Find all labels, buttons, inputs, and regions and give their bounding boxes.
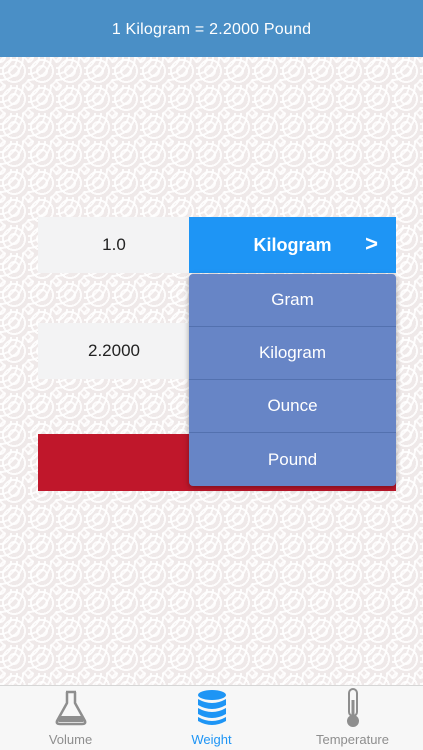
dropdown-option-gram[interactable]: Gram [189,274,396,327]
tab-volume[interactable]: Volume [0,686,141,750]
tab-volume-label: Volume [48,732,93,747]
converter-panel: 1.0 Kilogram > 2.2000 Gram Kilogram Ounc… [0,57,423,685]
selected-unit-label: Kilogram [253,234,332,255]
tab-weight-label: Weight [191,732,232,747]
dropdown-option-kilogram[interactable]: Kilogram [189,327,396,380]
conversion-result-text: 1 Kilogram = 2.2000 Pound [111,20,312,38]
tab-bar: Volume Weight Temperature [0,685,423,750]
unit-dropdown-menu: Gram Kilogram Ounce Pound [189,274,396,486]
output-value-text: 2.2000 [88,341,140,360]
dropdown-option-pound[interactable]: Pound [189,433,396,486]
database-stack-icon [192,688,232,728]
tab-weight[interactable]: Weight [141,686,282,750]
input-value-field[interactable]: 1.0 [38,217,190,273]
dropdown-option-ounce[interactable]: Ounce [189,380,396,433]
flask-icon [51,688,91,728]
title-bar: 1 Kilogram = 2.2000 Pound [0,0,423,57]
chevron-right-icon: > [365,231,378,256]
tab-temperature[interactable]: Temperature [282,686,423,750]
tab-temperature-label: Temperature [316,732,389,747]
unit-select-button[interactable]: Kilogram > [189,217,396,273]
output-value-field[interactable]: 2.2000 [38,323,190,379]
input-value-text: 1.0 [102,235,126,254]
thermometer-icon [333,688,373,728]
